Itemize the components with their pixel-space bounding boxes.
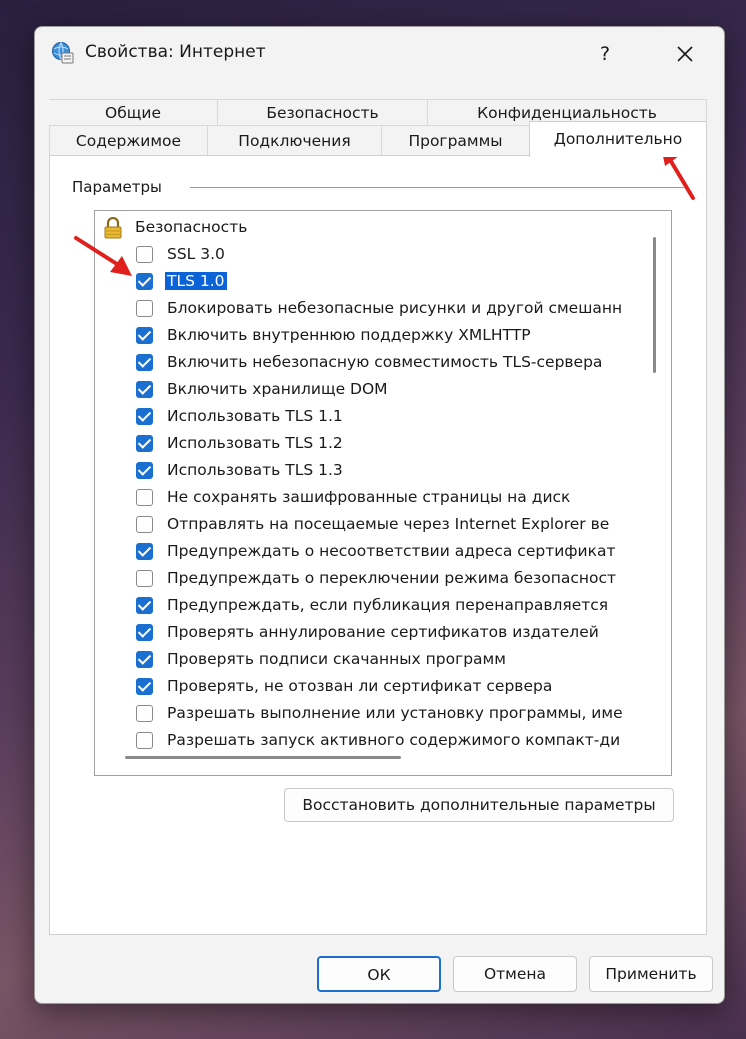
list-item[interactable]: SSL 3.0 bbox=[95, 242, 643, 269]
list-item[interactable]: Предупреждать о переключении режима безо… bbox=[95, 566, 643, 593]
list-item-label: Использовать TLS 1.1 bbox=[167, 407, 343, 425]
checkbox-checked[interactable] bbox=[136, 651, 153, 668]
list-item[interactable]: Разрешать выполнение или установку прогр… bbox=[95, 701, 643, 728]
internet-options-icon bbox=[52, 42, 74, 64]
tab-advanced[interactable]: Дополнительно bbox=[529, 121, 707, 157]
list-item-label: Блокировать небезопасные рисунки и друго… bbox=[167, 299, 623, 317]
list-item-label: Использовать TLS 1.3 bbox=[167, 461, 343, 479]
list-item[interactable]: Использовать TLS 1.3 bbox=[95, 458, 643, 485]
list-item[interactable]: Предупреждать, если публикация перенапра… bbox=[95, 593, 643, 620]
list-item[interactable]: Проверять подписи скачанных программ bbox=[95, 647, 643, 674]
settings-list[interactable]: Безопасность SSL 3.0 TLS 1.0 Блокировать н… bbox=[94, 210, 672, 776]
help-button[interactable]: ? bbox=[585, 39, 625, 69]
close-icon bbox=[677, 46, 693, 62]
checkbox-checked[interactable] bbox=[136, 381, 153, 398]
checkbox-unchecked[interactable] bbox=[136, 705, 153, 722]
list-item-label: SSL 3.0 bbox=[167, 245, 225, 263]
checkbox-checked[interactable] bbox=[136, 543, 153, 560]
list-item[interactable]: Проверять аннулирование сертификатов изд… bbox=[95, 620, 643, 647]
tab-content[interactable]: Содержимое bbox=[49, 125, 207, 155]
checkbox-checked[interactable] bbox=[136, 597, 153, 614]
window-title: Свойства: Интернет bbox=[85, 42, 266, 62]
list-item-label: Использовать TLS 1.2 bbox=[167, 434, 343, 452]
list-item[interactable]: TLS 1.0 bbox=[95, 269, 643, 296]
list-item[interactable]: Использовать TLS 1.1 bbox=[95, 404, 643, 431]
settings-group-label: Параметры bbox=[72, 178, 168, 196]
list-item[interactable]: Включить внутреннюю поддержку XMLHTTP bbox=[95, 323, 643, 350]
list-item-label: Проверять подписи скачанных программ bbox=[167, 650, 506, 668]
title-bar[interactable]: Свойства: Интернет ? bbox=[35, 27, 724, 79]
checkbox-unchecked[interactable] bbox=[136, 516, 153, 533]
list-item[interactable]: Включить небезопасную совместимость TLS-… bbox=[95, 350, 643, 377]
list-item[interactable]: Отправлять на посещаемые через Internet … bbox=[95, 512, 643, 539]
list-item-label: Отправлять на посещаемые через Internet … bbox=[167, 515, 610, 533]
list-item[interactable]: Не сохранять зашифрованные страницы на д… bbox=[95, 485, 643, 512]
list-item-label: Предупреждать о переключении режима безо… bbox=[167, 569, 617, 587]
list-item-label: Проверять, не отозван ли сертификат серв… bbox=[167, 677, 553, 695]
list-item[interactable]: Разрешать запуск активного содержимого к… bbox=[95, 728, 643, 755]
group-divider bbox=[190, 187, 684, 188]
advanced-panel: Параметры Безопасность SSL 3.0 TLS 1.0 Бло… bbox=[49, 155, 707, 935]
list-item-label: Предупреждать о несоответствии адреса се… bbox=[167, 542, 616, 560]
apply-button[interactable]: Применить bbox=[589, 956, 713, 992]
list-item-label: Предупреждать, если публикация перенапра… bbox=[167, 596, 609, 614]
horizontal-scrollbar[interactable] bbox=[125, 756, 401, 759]
checkbox-unchecked[interactable] bbox=[136, 300, 153, 317]
list-item-label: Не сохранять зашифрованные страницы на д… bbox=[167, 488, 571, 506]
list-item[interactable]: Блокировать небезопасные рисунки и друго… bbox=[95, 296, 643, 323]
tab-connections[interactable]: Подключения bbox=[207, 125, 381, 155]
checkbox-checked[interactable] bbox=[136, 462, 153, 479]
checkbox-checked[interactable] bbox=[136, 354, 153, 371]
internet-properties-dialog: Свойства: Интернет ? Общие Безопасность … bbox=[34, 26, 725, 1004]
checkbox-checked[interactable] bbox=[136, 408, 153, 425]
checkbox-checked[interactable] bbox=[136, 435, 153, 452]
restore-advanced-settings-button[interactable]: Восстановить дополнительные параметры bbox=[284, 788, 674, 822]
tab-general[interactable]: Общие bbox=[49, 99, 217, 125]
annotation-arrow-tls bbox=[74, 236, 132, 276]
checkbox-unchecked[interactable] bbox=[136, 489, 153, 506]
vertical-scrollbar[interactable] bbox=[653, 237, 656, 373]
category-label: Безопасность bbox=[135, 218, 248, 236]
list-item-label: Разрешать выполнение или установку прогр… bbox=[167, 704, 623, 722]
close-button[interactable] bbox=[665, 37, 705, 69]
list-item-label: Включить небезопасную совместимость TLS-… bbox=[167, 353, 603, 371]
category-security: Безопасность bbox=[95, 215, 643, 242]
checkbox-unchecked[interactable] bbox=[136, 570, 153, 587]
list-item-label: Включить хранилище DOM bbox=[167, 380, 388, 398]
list-item-label: TLS 1.0 bbox=[165, 272, 227, 290]
cancel-button[interactable]: Отмена bbox=[453, 956, 577, 992]
tab-programs[interactable]: Программы bbox=[381, 125, 529, 155]
list-item-label: Проверять аннулирование сертификатов изд… bbox=[167, 623, 599, 641]
list-item[interactable]: Проверять, не отозван ли сертификат серв… bbox=[95, 674, 643, 701]
ok-button[interactable]: ОК bbox=[317, 956, 441, 992]
tab-security[interactable]: Безопасность bbox=[217, 99, 427, 125]
list-item[interactable]: Предупреждать о несоответствии адреса се… bbox=[95, 539, 643, 566]
checkbox-checked[interactable] bbox=[136, 327, 153, 344]
list-item[interactable]: Использовать TLS 1.2 bbox=[95, 431, 643, 458]
list-item-label: Включить внутреннюю поддержку XMLHTTP bbox=[167, 326, 531, 344]
list-item[interactable]: Включить хранилище DOM bbox=[95, 377, 643, 404]
checkbox-unchecked[interactable] bbox=[136, 732, 153, 749]
list-item-label: Разрешать запуск активного содержимого к… bbox=[167, 731, 621, 749]
checkbox-checked[interactable] bbox=[136, 678, 153, 695]
checkbox-checked[interactable] bbox=[136, 624, 153, 641]
